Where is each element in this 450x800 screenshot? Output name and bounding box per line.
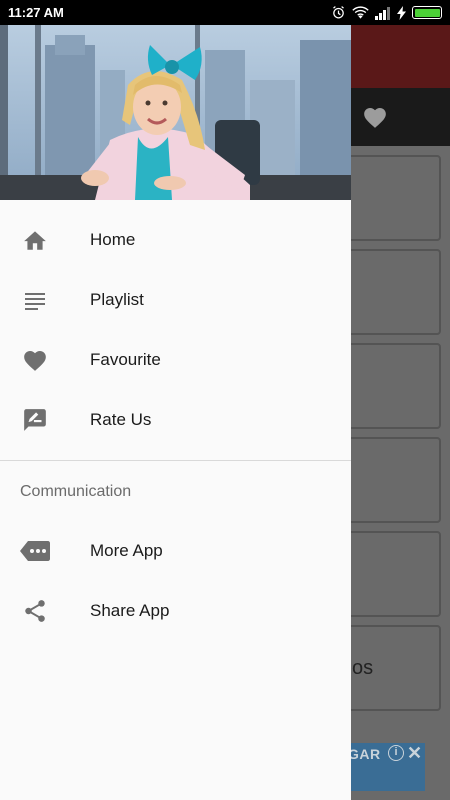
navigation-drawer: Home Playlist Favourite Rate Us Communic… — [0, 25, 351, 800]
drawer-divider — [0, 460, 351, 461]
nav-item-label: More App — [90, 541, 163, 560]
card-partial-text: os — [352, 657, 374, 679]
nav-item-share-app[interactable]: Share App — [0, 581, 351, 641]
list-card[interactable] — [340, 155, 441, 241]
list-card[interactable] — [340, 531, 441, 617]
heart-icon — [20, 345, 50, 375]
alarm-icon — [331, 5, 346, 20]
ad-text: GAR — [348, 746, 381, 762]
nav-item-rate-us[interactable]: Rate Us — [0, 390, 351, 450]
signal-icon — [375, 6, 391, 20]
nav-item-label: Share App — [90, 601, 170, 620]
charging-icon — [397, 5, 406, 20]
wifi-icon — [352, 5, 369, 20]
drawer-header-image — [0, 25, 351, 200]
nav-item-home[interactable]: Home — [0, 210, 351, 270]
nav-item-more-app[interactable]: More App — [0, 521, 351, 581]
ad-banner[interactable]: GAR i ✕ — [340, 743, 425, 791]
list-card[interactable] — [340, 249, 441, 335]
list-card[interactable] — [340, 437, 441, 523]
nav-item-label: Playlist — [90, 290, 144, 309]
nav-item-favourite[interactable]: Favourite — [0, 330, 351, 390]
favourite-tab-heart-icon[interactable] — [362, 105, 388, 134]
more-apps-icon — [20, 536, 50, 566]
ad-close-icon[interactable]: ✕ — [407, 743, 422, 764]
nav-item-label: Home — [90, 230, 136, 249]
list-card[interactable] — [340, 343, 441, 429]
section-title-communication: Communication — [20, 483, 132, 500]
home-icon — [20, 225, 50, 255]
nav-item-label: Favourite — [90, 350, 161, 369]
nav-item-playlist[interactable]: Playlist — [0, 270, 351, 330]
list-card[interactable]: os — [340, 625, 441, 711]
ad-info-icon[interactable]: i — [388, 745, 404, 761]
battery-icon — [412, 6, 442, 19]
status-icons — [331, 5, 442, 20]
rate-review-icon — [20, 405, 50, 435]
nav-item-label: Rate Us — [90, 410, 152, 429]
status-bar: 11:27 AM — [0, 0, 450, 25]
share-icon — [20, 596, 50, 626]
status-time: 11:27 AM — [8, 5, 64, 20]
playlist-icon — [20, 285, 50, 315]
